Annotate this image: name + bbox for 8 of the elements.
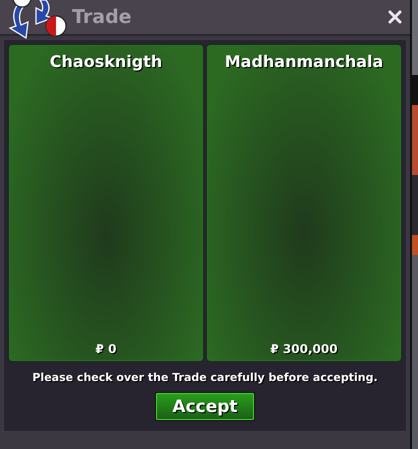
money-amount: ₽ 300,000 xyxy=(270,342,338,356)
accept-button[interactable]: Accept xyxy=(155,392,255,421)
player-name: Madhanmanchala xyxy=(224,52,384,71)
window-title: Trade xyxy=(72,6,132,28)
notice-text: Please check over the Trade carefully before accepting. xyxy=(32,371,378,384)
close-icon[interactable] xyxy=(388,10,402,24)
money-amount: ₽ 0 xyxy=(96,342,116,356)
player-name: Chaosknigth xyxy=(50,52,162,71)
